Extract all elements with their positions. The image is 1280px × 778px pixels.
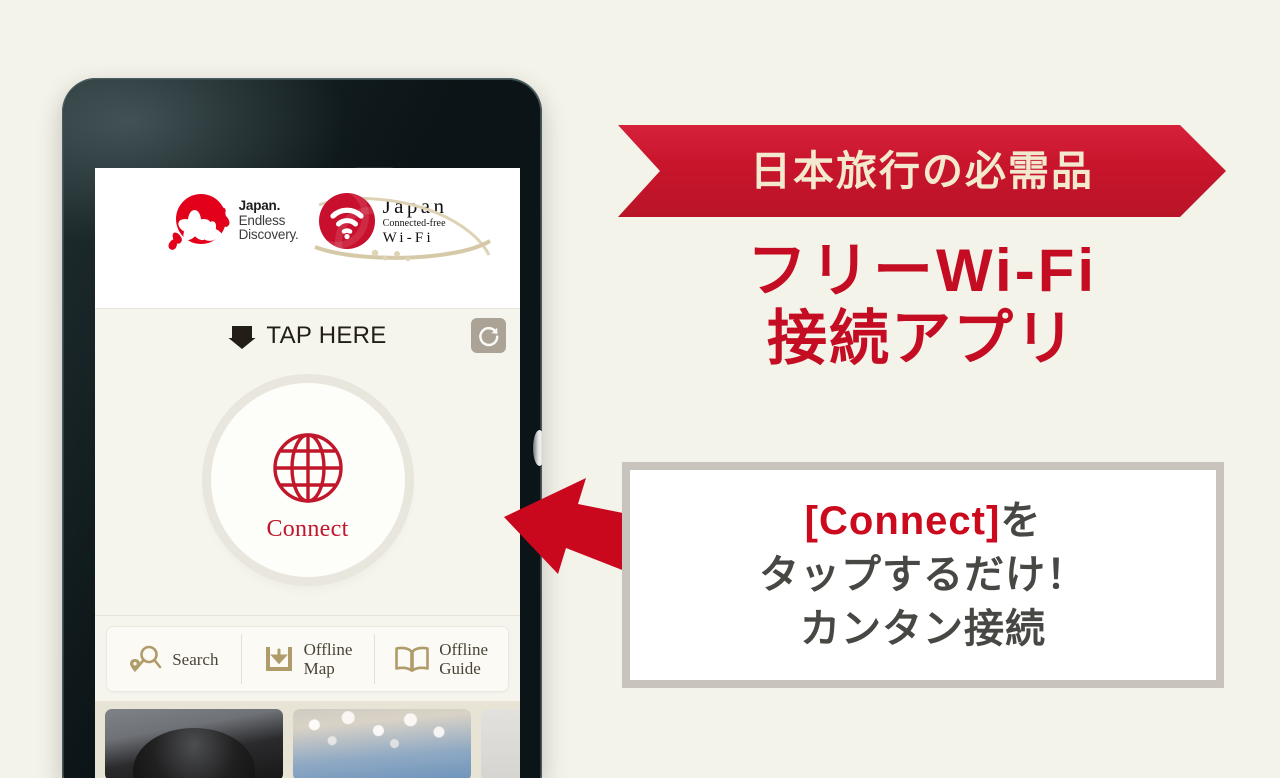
tap-here-row: TAP HERE <box>95 309 520 365</box>
map-pin-search-icon <box>130 645 162 672</box>
thumbnail-strip <box>95 701 520 778</box>
toolbar-item-offline-guide[interactable]: Offline Guide <box>374 627 508 691</box>
toolbar-label-offline-guide: Offline Guide <box>439 640 489 678</box>
callout-line-1-rest: を <box>1000 499 1042 543</box>
bottom-toolbar: Search Offline Map Offline Guide <box>106 626 509 692</box>
jed-line-1: Japan. <box>238 198 281 214</box>
headline: フリーWi-Fi 接続アプリ <box>618 237 1226 373</box>
ribbon-notch-right <box>1180 125 1226 217</box>
tap-here-label: TAP HERE <box>266 322 387 349</box>
jed-line-3: Discovery. <box>238 227 299 243</box>
japan-endless-discovery-wordmark: Japan. Endless Discovery. <box>239 199 299 243</box>
callout-line-1: [Connect]を <box>805 494 1042 548</box>
toolbar-label-search: Search <box>172 649 219 669</box>
headline-line-1: フリーWi-Fi <box>746 237 1098 304</box>
wifi-line-3: Wi-Fi <box>382 230 434 246</box>
wifi-line-1: Japan <box>382 194 448 218</box>
connect-button[interactable]: Connect <box>210 383 405 577</box>
toolbar-wrap: Search Offline Map Offline Guide <box>95 616 520 701</box>
callout-line-2: タップするだけ！ <box>759 553 1087 597</box>
globe-icon <box>272 432 343 503</box>
callout-box: [Connect]を タップするだけ！ カンタン接続 <box>622 462 1224 688</box>
toolbar-label-offline-map: Offline Map <box>303 640 353 678</box>
logo-row: Japan. Endless Discovery. Japan Connecte… <box>95 190 520 262</box>
tap-here-group: TAP HERE <box>95 322 520 350</box>
refresh-icon <box>478 326 498 346</box>
connect-label: Connect <box>266 515 349 542</box>
japan-rising-sun-sakura-icon <box>166 190 231 252</box>
wifi-line-2: Connected-free <box>382 218 446 229</box>
ribbon-banner: 日本旅行の必需品 <box>618 125 1226 217</box>
open-book-icon <box>395 646 430 672</box>
japan-endless-discovery-logo: Japan. Endless Discovery. <box>166 190 299 252</box>
headline-line-2: 接続アプリ <box>767 305 1077 372</box>
refresh-button[interactable] <box>471 318 506 353</box>
callout-connect-highlight: [Connect] <box>804 499 1001 543</box>
thumbnail-cherry-blossom[interactable] <box>293 709 471 778</box>
app-screen: Japan. Endless Discovery. Japan Connecte… <box>95 168 520 778</box>
app-logo-header: Japan. Endless Discovery. Japan Connecte… <box>95 168 520 309</box>
thumbnail-light[interactable] <box>481 709 520 778</box>
callout-line-3: カンタン接続 <box>800 607 1046 651</box>
toolbar-item-offline-map[interactable]: Offline Map <box>240 627 375 691</box>
thumbnail-dark[interactable] <box>105 709 283 778</box>
smartphone-mockup: Japan. Endless Discovery. Japan Connecte… <box>62 78 542 778</box>
jed-line-2: Endless <box>238 212 286 228</box>
connect-area: Connect <box>95 365 520 616</box>
wifi-wordmark: Japan Connected-free Wi-Fi <box>382 194 448 247</box>
download-tray-icon <box>265 647 292 671</box>
promo-poster: Japan. Endless Discovery. Japan Connecte… <box>0 0 1280 778</box>
toolbar-item-search[interactable]: Search <box>107 627 241 691</box>
japan-connected-free-wifi-logo: Japan Connected-free Wi-Fi <box>313 193 491 262</box>
wifi-signal-icon <box>318 193 375 249</box>
arrow-down-icon <box>228 325 256 349</box>
ribbon-banner-text: 日本旅行の必需品 <box>750 148 1094 194</box>
